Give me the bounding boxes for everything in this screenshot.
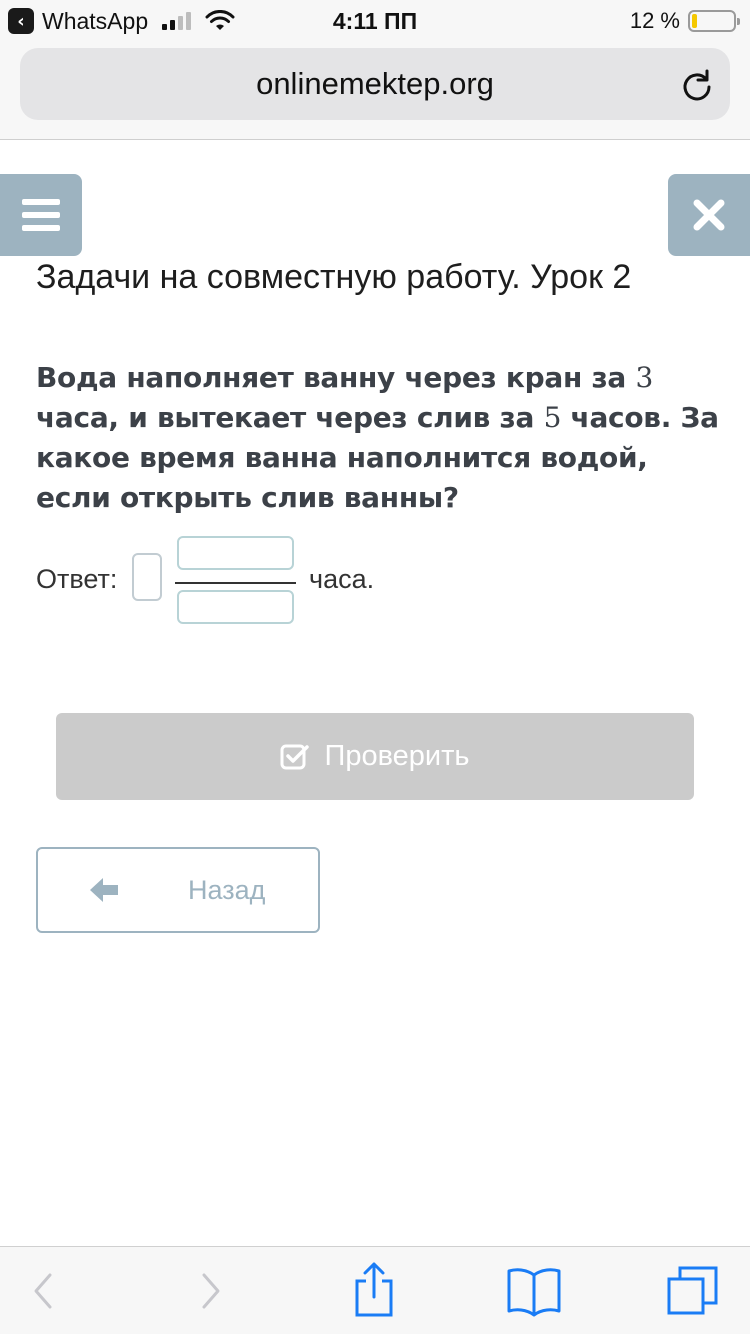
whole-part-input[interactable] xyxy=(132,553,162,601)
close-icon xyxy=(693,199,725,231)
question-part-1: Вода наполняет ванну через кран за xyxy=(36,361,636,394)
close-button[interactable] xyxy=(668,174,750,256)
checkbox-icon xyxy=(280,744,310,769)
menu-button[interactable] xyxy=(0,174,82,256)
share-icon[interactable] xyxy=(352,1261,396,1319)
check-button[interactable]: Проверить xyxy=(56,713,694,800)
fraction-line xyxy=(175,582,296,584)
numerator-input[interactable] xyxy=(177,536,294,570)
question-part-2: часа, и вытекает через слив за xyxy=(36,401,544,434)
url-text[interactable]: onlinemektep.org xyxy=(20,48,730,120)
bookmarks-icon[interactable] xyxy=(506,1265,562,1317)
tabs-icon[interactable] xyxy=(666,1265,720,1317)
forward-icon[interactable] xyxy=(198,1267,224,1315)
unit-label: часа. xyxy=(309,564,375,594)
check-button-label: Проверить xyxy=(324,740,470,772)
browser-address-area: onlinemektep.org xyxy=(0,42,750,140)
answer-label: Ответ: xyxy=(36,564,118,594)
battery-percent: 12 % xyxy=(629,8,680,33)
denominator-input[interactable] xyxy=(177,590,294,624)
arrow-left-icon xyxy=(90,878,118,902)
back-button-label: Назад xyxy=(188,875,266,905)
status-right: 12 % xyxy=(629,6,740,36)
question-number-1: 3 xyxy=(635,361,653,394)
address-bar[interactable]: onlinemektep.org xyxy=(20,48,730,120)
back-button[interactable]: Назад xyxy=(36,847,320,933)
battery-fill xyxy=(692,14,697,28)
answer-row: Ответ: часа. xyxy=(36,536,536,626)
page-title: Задачи на совместную работу. Урок 2 xyxy=(36,258,632,296)
question-text: Вода наполняет ванну через кран за 3 час… xyxy=(36,358,726,518)
status-bar: ‹ WhatsApp 4:11 ПП 12 % xyxy=(0,0,750,42)
back-icon[interactable] xyxy=(30,1267,56,1315)
browser-toolbar xyxy=(0,1246,750,1334)
question-number-2: 5 xyxy=(543,401,562,434)
reload-icon[interactable] xyxy=(680,68,714,102)
battery-icon xyxy=(688,10,740,32)
